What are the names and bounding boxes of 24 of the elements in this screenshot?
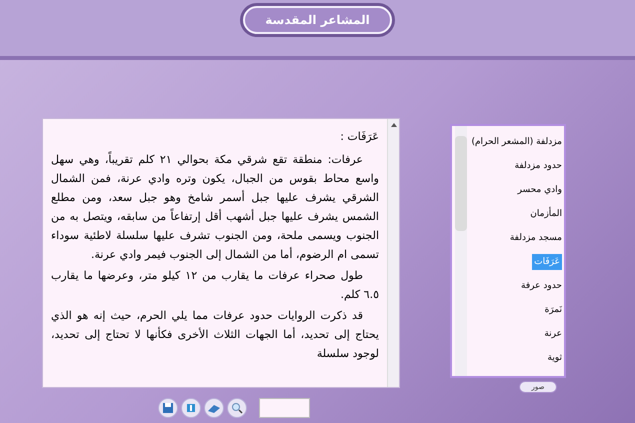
scrollbar[interactable] xyxy=(387,119,399,387)
scroll-thumb[interactable] xyxy=(455,136,467,231)
article-paragraph: عرفات: منطقة تقع شرقي مكة بحوالي ٢١ كلم تقريباً، وهي سهل واسع محاط بقوس من الجبال، يكون وتره وادي عرنة، فمن الشمال الشرقي يشرف عليها جبل أسمر شامخ وهو جبل سعد، ومن مطلع الشمس يشرف عليها جبل أشهب أقل إرتفاعاً من سابقه، ويتصل به من الجنوب ويسمى ملحة، ومن الجنوب تشرف عليها سلسلة لاطئية سوداء تسمى ام الرضوم، أما من الشمال إلى الجنوب فيمر وادي عرنة. xyxy=(51,150,379,263)
scroll-up-icon[interactable] xyxy=(390,123,396,127)
list-item[interactable]: حدود مزدلفة xyxy=(514,158,562,174)
scrollbar[interactable] xyxy=(455,126,467,376)
list-item[interactable]: عرنة xyxy=(544,326,562,342)
list-item[interactable]: وادي محسر xyxy=(518,182,562,198)
list-item[interactable]: ثوية xyxy=(548,350,562,366)
search-icon xyxy=(231,402,243,414)
list-item[interactable]: حدود عرفة xyxy=(521,278,562,294)
header-title: المشاعر المقدسة xyxy=(243,6,392,34)
font-button[interactable] xyxy=(181,398,201,418)
list-item[interactable]: نَمرَة xyxy=(544,302,562,318)
save-button[interactable] xyxy=(158,398,178,418)
print-button[interactable] xyxy=(204,398,224,418)
list-item[interactable]: مسجد مزدلفة xyxy=(510,230,562,246)
article-paragraph: قد ذكرت الروايات حدود عرفات مما يلي الحرم، حيث إنه هو الذي يحتاج إلى تحديد، أما الجهات الثلاث الأخرى فكأنها لا تحتاج إلى تحديد، لوجود سلسلة xyxy=(51,308,379,362)
article-heading: عَرَفَات : xyxy=(339,129,379,145)
list-item[interactable]: المأزمان xyxy=(530,206,562,222)
article-paragraph: طول صحراء عرفات ما يقارب من ١٢ كيلو متر، وعرضها ما يقارب ٦.٥ كلم. xyxy=(51,268,379,303)
search-field[interactable] xyxy=(259,398,310,418)
list-item[interactable]: مزدلفة (المشعر الحرام) xyxy=(471,134,562,150)
search-button[interactable] xyxy=(227,398,247,418)
